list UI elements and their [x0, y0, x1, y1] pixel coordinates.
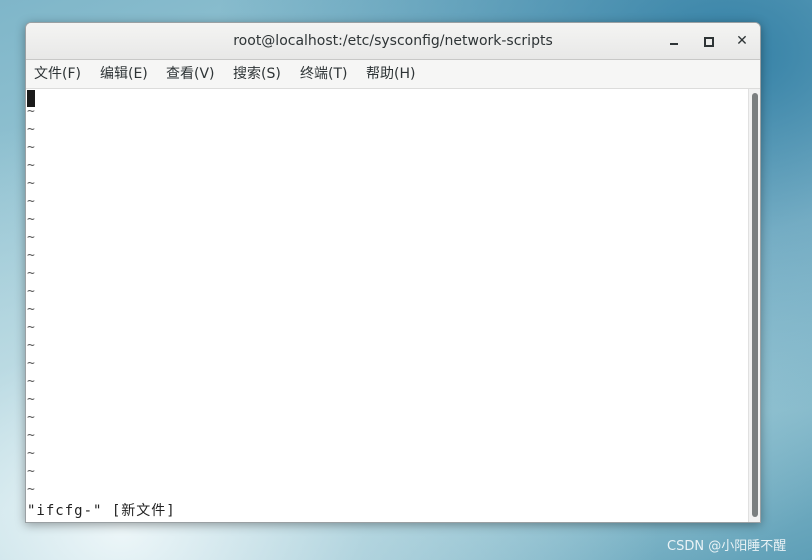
menu-file[interactable]: 文件(F): [34, 60, 81, 88]
close-button[interactable]: ✕: [732, 31, 752, 51]
window-title: root@localhost:/etc/sysconfig/network-sc…: [233, 33, 553, 49]
menu-terminal[interactable]: 终端(T): [300, 60, 347, 88]
empty-line-marker: ~: [27, 248, 35, 263]
empty-line-marker: ~: [27, 194, 35, 209]
menu-bar: 文件(F) 编辑(E) 查看(V) 搜索(S) 终端(T) 帮助(H): [26, 60, 760, 89]
scrollbar-thumb[interactable]: [752, 93, 758, 517]
empty-line-marker: ~: [27, 464, 35, 479]
empty-line-marker: ~: [27, 356, 35, 371]
empty-line-marker: ~: [27, 176, 35, 191]
vim-status-line: "ifcfg-" [新文件]: [27, 503, 176, 519]
empty-line-marker: ~: [27, 158, 35, 173]
menu-search[interactable]: 搜索(S): [233, 60, 281, 88]
terminal-window: root@localhost:/etc/sysconfig/network-sc…: [25, 22, 761, 523]
empty-line-marker: ~: [27, 338, 35, 353]
empty-line-marker: ~: [27, 122, 35, 137]
maximize-button[interactable]: [698, 31, 718, 51]
empty-line-marker: ~: [27, 374, 35, 389]
empty-line-marker: ~: [27, 320, 35, 335]
vertical-scrollbar[interactable]: [748, 89, 760, 522]
empty-line-marker: ~: [27, 482, 35, 497]
terminal-area[interactable]: "ifcfg-" [新文件] ~ ~ ~ ~ ~ ~ ~ ~ ~ ~ ~ ~ ~ ~ ~ ~ ~ ~ ~ ~ ~ ~: [26, 89, 748, 522]
minimize-icon: [670, 43, 678, 45]
empty-line-marker: ~: [27, 266, 35, 281]
title-bar[interactable]: root@localhost:/etc/sysconfig/network-sc…: [26, 23, 760, 60]
menu-view[interactable]: 查看(V): [166, 60, 215, 88]
menu-help[interactable]: 帮助(H): [366, 60, 415, 88]
empty-line-marker: ~: [27, 104, 35, 119]
menu-edit[interactable]: 编辑(E): [100, 60, 148, 88]
empty-line-marker: ~: [27, 230, 35, 245]
maximize-icon: [704, 37, 714, 47]
empty-line-marker: ~: [27, 302, 35, 317]
empty-line-marker: ~: [27, 212, 35, 227]
watermark: CSDN @小阳睡不醒: [667, 539, 787, 554]
close-icon: ✕: [736, 33, 748, 49]
empty-line-marker: ~: [27, 428, 35, 443]
empty-line-marker: ~: [27, 446, 35, 461]
empty-line-marker: ~: [27, 140, 35, 155]
minimize-button[interactable]: [664, 31, 684, 51]
empty-line-marker: ~: [27, 392, 35, 407]
empty-line-marker: ~: [27, 284, 35, 299]
empty-line-marker: ~: [27, 410, 35, 425]
